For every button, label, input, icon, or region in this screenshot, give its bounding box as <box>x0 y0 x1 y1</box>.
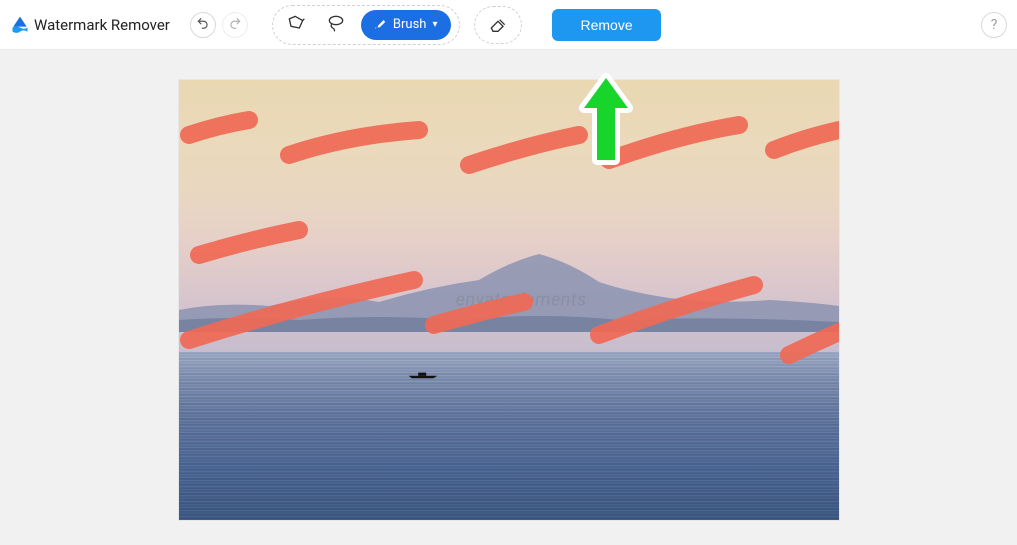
polygon-icon <box>286 13 306 37</box>
help-icon: ? <box>991 17 998 33</box>
top-toolbar: Watermark Remover <box>0 0 1017 50</box>
chevron-down-icon: ▾ <box>432 19 437 30</box>
polygon-select-tool[interactable] <box>281 11 311 39</box>
eraser-tool[interactable] <box>483 11 513 39</box>
undo-button[interactable] <box>190 12 216 38</box>
editing-image[interactable]: envatoelements <box>179 80 839 520</box>
help-button[interactable]: ? <box>981 12 1007 38</box>
brush-label: Brush <box>393 17 427 32</box>
lasso-select-tool[interactable] <box>321 11 351 39</box>
brush-icon <box>373 16 387 34</box>
remove-button[interactable]: Remove <box>552 9 660 41</box>
selection-tools-group: Brush ▾ <box>272 5 461 45</box>
app-logo: Watermark Remover <box>10 15 170 35</box>
brush-strokes-overlay <box>179 80 839 520</box>
redo-icon <box>228 15 242 34</box>
redo-button[interactable] <box>222 12 248 38</box>
app-logo-icon <box>10 15 30 35</box>
lasso-icon <box>326 13 346 37</box>
eraser-icon <box>488 13 508 37</box>
eraser-tool-group <box>474 6 522 44</box>
undo-icon <box>196 15 210 34</box>
canvas-area: envatoelements <box>0 50 1017 545</box>
app-title: Watermark Remover <box>34 16 170 34</box>
brush-tool-button[interactable]: Brush ▾ <box>361 10 452 40</box>
